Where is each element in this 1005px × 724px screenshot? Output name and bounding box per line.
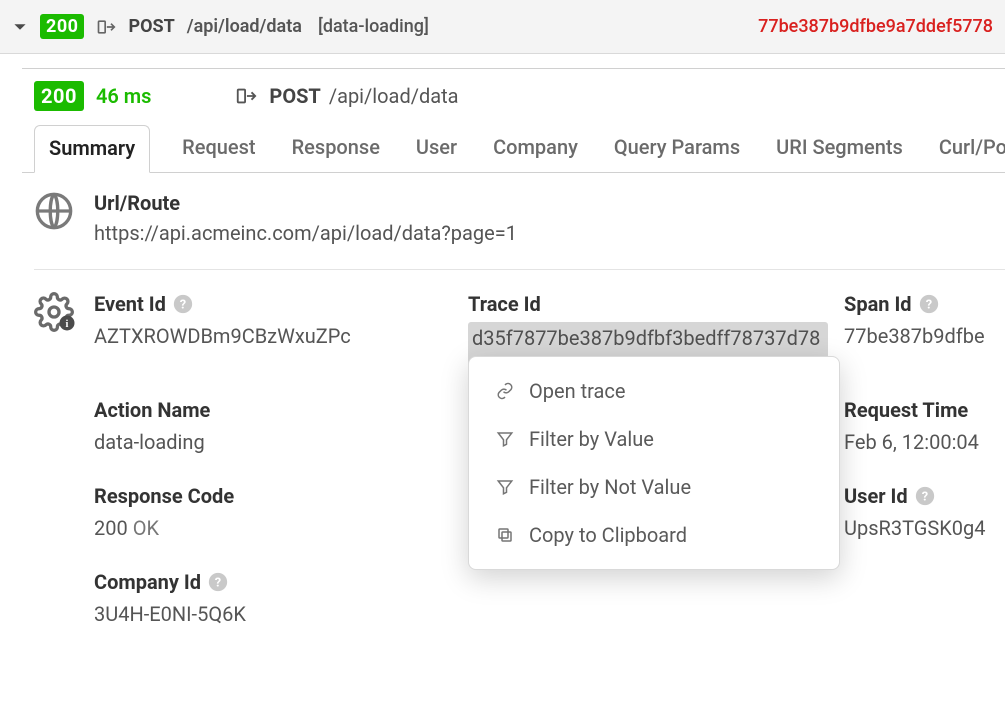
help-icon[interactable]: ? [914,485,936,507]
user-id-label: User Id ? [844,484,1005,508]
expand-caret-icon[interactable] [12,19,28,35]
route-annotation: [data-loading] [318,16,429,37]
help-icon[interactable]: ? [207,571,229,593]
url-value: https://api.acmeinc.com/api/load/data?pa… [94,221,517,245]
request-time-label: Request Time [844,398,1005,422]
method-label: POST [269,84,320,108]
copy-icon [495,525,515,545]
company-id-value[interactable]: 3U4H-E0NI-5Q6K [94,600,452,628]
action-name-label: Action Name [94,398,452,422]
globe-icon [34,191,78,236]
svg-text:?: ? [215,576,221,591]
tab-response[interactable]: Response [288,125,384,172]
action-name-value[interactable]: data-loading [94,428,452,456]
outgoing-icon [96,17,116,37]
response-code-label: Response Code [94,484,452,508]
user-id-value[interactable]: UpsR3TGSK0g4 [844,514,1005,542]
filter-icon [495,477,515,497]
tab-company[interactable]: Company [489,125,582,172]
path-label: /api/load/data [329,84,459,108]
svg-text:?: ? [180,298,186,313]
event-id-label: Event Id ? [94,292,452,316]
filter-icon [495,429,515,449]
path-label: /api/load/data [187,16,302,37]
settings-icon: i [34,292,78,656]
context-menu: Open trace Filter by Value Filter by Not… [468,356,840,570]
help-icon[interactable]: ? [172,293,194,315]
menu-label: Copy to Clipboard [529,523,687,547]
outgoing-icon [235,85,257,107]
tab-request[interactable]: Request [178,125,259,172]
trace-id-label: Trace Id [468,292,828,316]
status-badge: 200 [34,81,84,111]
menu-copy[interactable]: Copy to Clipboard [469,511,839,559]
span-id-value[interactable]: 77be387b9dfbe [844,322,1005,350]
menu-label: Filter by Not Value [529,475,691,499]
summary-content: Url/Route https://api.acmeinc.com/api/lo… [22,173,1005,674]
svg-text:?: ? [925,298,931,313]
span-id-label: Span Id ? [844,292,1005,316]
method-label: POST [128,16,174,37]
tab-curl[interactable]: Curl/Postma [935,125,1005,172]
tabs: Summary Request Response User Company Qu… [22,125,1005,173]
tab-user[interactable]: User [412,125,461,172]
menu-filter-not-value[interactable]: Filter by Not Value [469,463,839,511]
menu-open-trace[interactable]: Open trace [469,367,839,415]
event-id-value[interactable]: AZTXROWDBm9CBzWxuZPc [94,322,452,350]
timing-label: 46 ms [96,84,151,108]
detail-header: 200 46 ms POST /api/load/data UpsR3 [22,81,1005,121]
svg-text:i: i [66,319,69,330]
tab-summary[interactable]: Summary [34,125,150,173]
response-code-value[interactable]: 200 OK [94,514,452,542]
tab-uri-segments[interactable]: URI Segments [772,125,907,172]
detail-panel: 200 46 ms POST /api/load/data UpsR3 Summ… [22,68,1005,674]
row-hash: 77be387b9dfbe9a7ddef5778 [758,16,993,37]
request-time-value[interactable]: Feb 6, 12:00:04 [844,428,1005,456]
menu-label: Filter by Value [529,427,654,451]
menu-filter-value[interactable]: Filter by Value [469,415,839,463]
help-icon[interactable]: ? [918,293,940,315]
request-row[interactable]: 200 POST /api/load/data [data-loading] 7… [0,0,1005,54]
link-icon [495,381,515,401]
company-id-label: Company Id ? [94,570,452,594]
menu-label: Open trace [529,379,625,403]
status-badge: 200 [40,14,84,39]
url-label: Url/Route [94,191,517,215]
tab-query-params[interactable]: Query Params [610,125,744,172]
svg-text:?: ? [921,490,927,505]
